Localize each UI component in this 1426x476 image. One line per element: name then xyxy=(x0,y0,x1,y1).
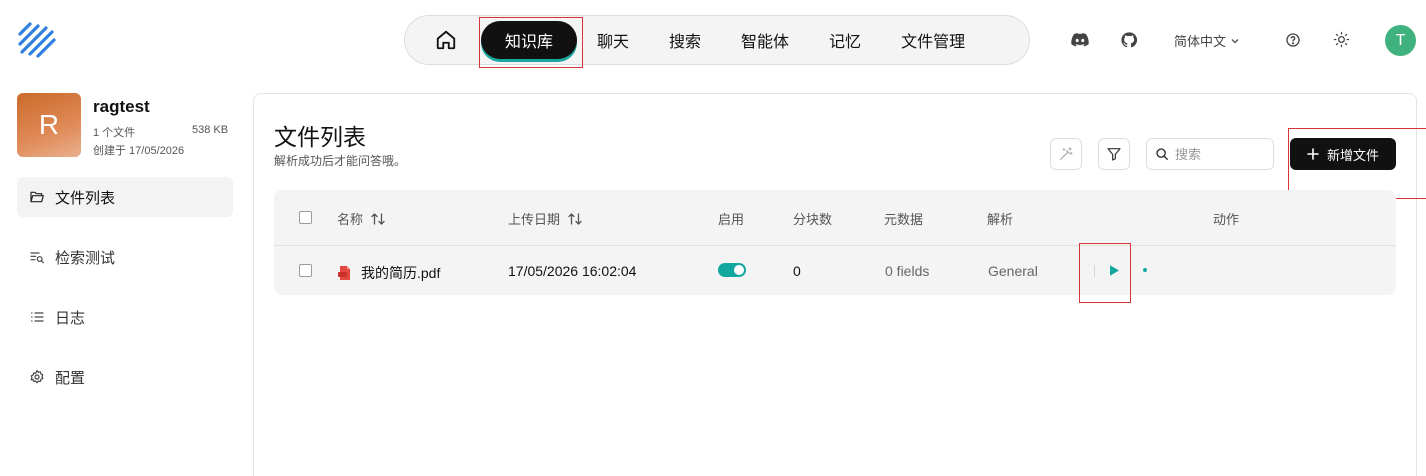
column-header-parse: 解析 xyxy=(987,212,1014,227)
column-header-actions: 动作 xyxy=(1213,212,1240,227)
pdf-file-icon xyxy=(338,266,350,280)
github-icon[interactable] xyxy=(1121,32,1137,48)
knowledge-base-avatar: R xyxy=(17,93,81,157)
gear-icon xyxy=(30,369,44,384)
knowledge-base-name: ragtest xyxy=(93,97,150,116)
enabled-toggle[interactable] xyxy=(718,263,746,277)
theme-sun-icon[interactable] xyxy=(1333,31,1350,48)
user-avatar[interactable]: T xyxy=(1385,25,1416,56)
sidebar-item-label: 配置 xyxy=(55,369,86,387)
file-name: 我的简历.pdf xyxy=(361,265,441,281)
magic-wand-icon xyxy=(1060,147,1073,160)
knowledge-base-file-count: 1 个文件 xyxy=(93,127,136,139)
file-table: 名称 上传日期 启用 分块数 元数据 解析 动作 我的简历.pdf 17/05/… xyxy=(274,190,1396,295)
table-header: 名称 上传日期 启用 分块数 元数据 解析 动作 xyxy=(274,190,1396,246)
chevron-down-icon xyxy=(1231,38,1239,43)
list-icon xyxy=(31,312,44,322)
page-subtitle: 解析成功后才能问答哦。 xyxy=(274,154,407,168)
file-name-cell[interactable]: 我的简历.pdf xyxy=(337,263,440,283)
knowledge-base-created: 创建于 17/05/2026 xyxy=(93,145,185,157)
discord-icon[interactable] xyxy=(1071,32,1089,48)
help-icon[interactable] xyxy=(1285,32,1301,48)
page-title: 文件列表 xyxy=(274,124,366,150)
filter-button[interactable] xyxy=(1098,138,1130,170)
column-header-metadata: 元数据 xyxy=(884,212,924,227)
language-select[interactable]: 简体中文 xyxy=(1174,31,1240,50)
column-header-name[interactable]: 名称 xyxy=(337,209,385,228)
search-box[interactable] xyxy=(1146,138,1274,170)
nav-tab-search[interactable]: 搜索 xyxy=(649,21,721,59)
search-input[interactable] xyxy=(1175,146,1265,162)
search-icon xyxy=(1156,148,1168,160)
home-icon xyxy=(436,30,456,50)
highlight-box-run-button xyxy=(1079,243,1131,303)
sidebar-item-file-list[interactable]: 文件列表 xyxy=(17,177,233,217)
nav-tab-chat[interactable]: 聊天 xyxy=(577,21,649,59)
sidebar-item-label: 文件列表 xyxy=(55,189,116,207)
highlight-box-nav-tab xyxy=(479,17,583,68)
sort-icon xyxy=(371,212,385,225)
nav-tab-memory[interactable]: 记忆 xyxy=(809,21,881,59)
chunk-count-cell: 0 xyxy=(793,263,801,279)
sidebar-item-retrieval-test[interactable]: 检索测试 xyxy=(17,237,233,277)
nav-tab-file-management[interactable]: 文件管理 xyxy=(881,21,985,59)
status-dot xyxy=(1143,268,1147,272)
search-text-icon xyxy=(30,252,44,264)
metadata-cell[interactable]: 0 fields xyxy=(885,263,929,279)
row-checkbox[interactable] xyxy=(299,264,312,277)
upload-date-cell: 17/05/2026 16:02:04 xyxy=(508,263,637,279)
folder-open-icon xyxy=(30,191,44,203)
column-header-enabled: 启用 xyxy=(718,212,745,227)
magic-wand-button[interactable] xyxy=(1050,138,1082,170)
filter-icon xyxy=(1107,148,1121,161)
sidebar-item-settings[interactable]: 配置 xyxy=(17,357,233,397)
select-all-checkbox[interactable] xyxy=(299,211,312,224)
column-header-upload-date[interactable]: 上传日期 xyxy=(508,209,582,228)
sidebar-item-logs[interactable]: 日志 xyxy=(17,297,233,337)
language-label: 简体中文 xyxy=(1174,34,1227,49)
highlight-box-add-file xyxy=(1288,128,1426,199)
sort-icon xyxy=(568,212,582,225)
app-logo xyxy=(18,22,56,58)
sidebar-item-label: 日志 xyxy=(55,309,86,327)
sidebar-item-label: 检索测试 xyxy=(55,249,116,267)
nav-tab-agent[interactable]: 智能体 xyxy=(721,21,809,59)
parser-cell[interactable]: General xyxy=(988,263,1038,279)
nav-home-button[interactable] xyxy=(421,22,471,58)
column-header-chunks: 分块数 xyxy=(793,212,833,227)
knowledge-base-size: 538 KB xyxy=(192,124,229,136)
